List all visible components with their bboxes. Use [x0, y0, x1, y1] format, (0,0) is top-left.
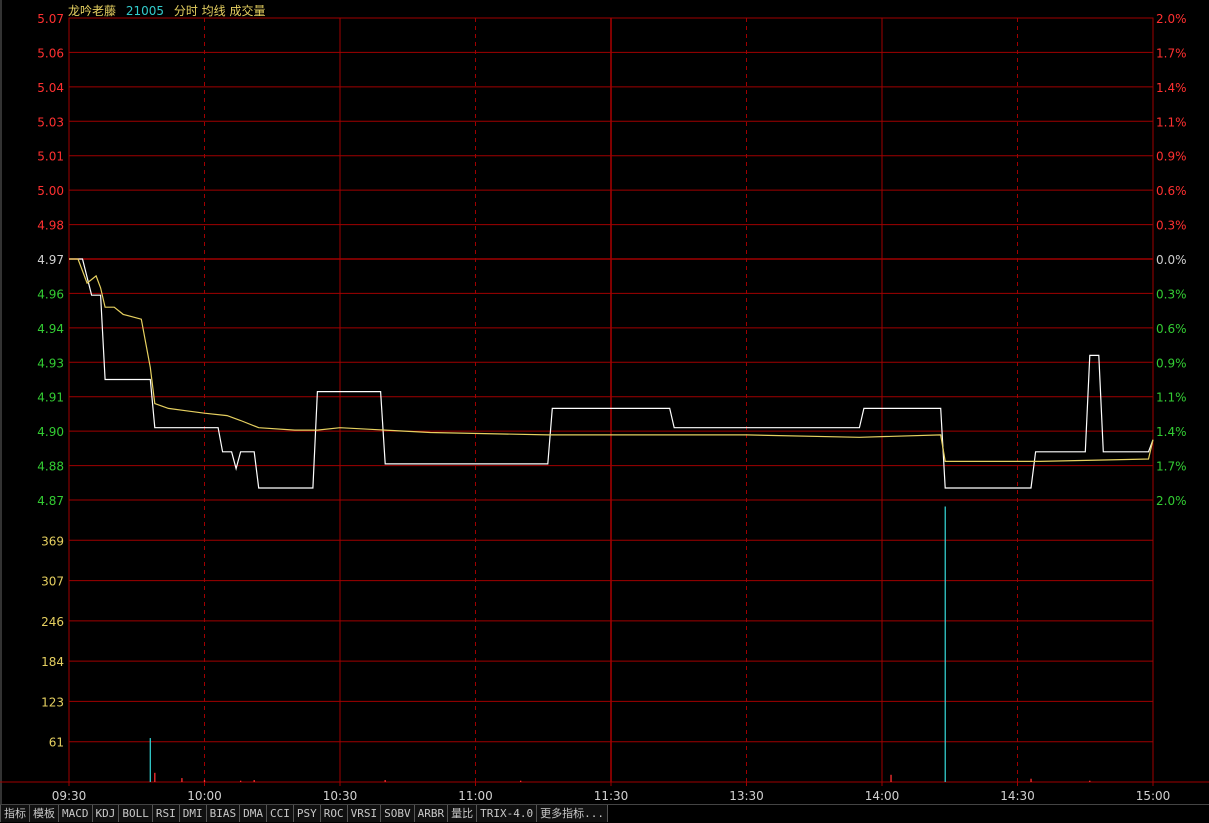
volume-tick-label: 61: [49, 736, 64, 750]
tab-indicators[interactable]: 指标: [0, 805, 30, 822]
tab-kdj[interactable]: KDJ: [92, 805, 120, 822]
tab-vrsi[interactable]: VRSI: [347, 805, 382, 822]
price-tick-label: 4.88: [37, 460, 64, 474]
time-tick-label: 10:30: [323, 789, 358, 803]
percent-tick-label: 0.0%: [1156, 253, 1187, 267]
percent-tick-label: 1.7%: [1156, 46, 1187, 60]
price-tick-label: 5.07: [37, 12, 64, 26]
tab-more-indicators[interactable]: 更多指标...: [537, 805, 608, 822]
stock-code: 21005: [125, 4, 165, 18]
price-tick-label: 4.91: [37, 391, 64, 405]
time-tick-label: 14:30: [1000, 789, 1035, 803]
time-tick-label: 15:00: [1136, 789, 1171, 803]
price-tick-label: 4.96: [37, 287, 64, 301]
price-axis: 5.07 5.06 5.04 5.03 5.01 5.00 4.98 4.97 4.96 4.94…: [37, 12, 64, 508]
tab-bias[interactable]: BIAS: [206, 805, 241, 822]
price-tick-label: 5.00: [37, 184, 64, 198]
price-tick-label: 4.93: [37, 356, 64, 370]
time-tick-label: 09:30: [52, 789, 87, 803]
percent-axis: 2.0% 1.7% 1.4% 1.1% 0.9% 0.6% 0.3% 0.0% 0.3% 0.6%…: [1156, 12, 1187, 508]
percent-tick-label: 0.3%: [1156, 219, 1187, 233]
volume-tick-label: 123: [41, 695, 64, 709]
tab-volume-ratio[interactable]: 量比: [448, 805, 478, 822]
percent-tick-label: 0.6%: [1156, 322, 1187, 336]
tab-template[interactable]: 模板: [30, 805, 59, 822]
time-tick-label: 10:00: [187, 789, 222, 803]
stock-name: 龙吟老藤: [68, 4, 117, 18]
tab-macd[interactable]: MACD: [59, 805, 93, 822]
price-tick-label: 5.01: [37, 150, 64, 164]
price-tick-label: 4.97: [37, 253, 64, 267]
indicator-names: 分时 均线 成交量: [173, 4, 266, 18]
price-tick-label: 5.04: [37, 81, 64, 95]
volume-tick-label: 246: [41, 615, 64, 629]
time-tick-label: 13:30: [729, 789, 764, 803]
tab-dmi[interactable]: DMI: [179, 805, 207, 822]
tab-boll[interactable]: BOLL: [119, 805, 153, 822]
price-tick-label: 4.90: [37, 425, 64, 439]
volume-tick-label: 369: [41, 534, 64, 548]
percent-tick-label: 2.0%: [1156, 12, 1187, 26]
tab-psy[interactable]: PSY: [293, 805, 321, 822]
volume-tick-label: 307: [41, 575, 64, 589]
percent-tick-label: 1.4%: [1156, 425, 1187, 439]
price-tick-label: 4.94: [37, 322, 64, 336]
indicator-tab-bar: 指标 模板 MACD KDJ BOLL RSI DMI BIAS DMA CCI…: [0, 804, 1209, 823]
tab-dma[interactable]: DMA: [240, 805, 267, 822]
time-tick-label: 11:30: [594, 789, 629, 803]
percent-tick-label: 0.9%: [1156, 356, 1187, 370]
chart-header: 龙吟老藤 21005 分时 均线 成交量: [68, 2, 272, 19]
price-tick-label: 4.87: [37, 494, 64, 508]
price-tick-label: 5.06: [37, 46, 64, 60]
tab-trix[interactable]: TRIX-4.0: [477, 805, 538, 822]
tab-roc[interactable]: ROC: [320, 805, 348, 822]
price-tick-label: 5.03: [37, 115, 64, 129]
percent-tick-label: 0.6%: [1156, 184, 1187, 198]
percent-tick-label: 0.9%: [1156, 150, 1187, 164]
percent-tick-label: 2.0%: [1156, 494, 1187, 508]
percent-tick-label: 1.1%: [1156, 391, 1187, 405]
intraday-chart[interactable]: 5.07 5.06 5.04 5.03 5.01 5.00 4.98 4.97 4.96 4.94…: [0, 0, 1209, 804]
percent-tick-label: 1.4%: [1156, 81, 1187, 95]
price-tick-label: 4.98: [37, 219, 64, 233]
percent-tick-label: 0.3%: [1156, 287, 1187, 301]
time-tick-label: 14:00: [865, 789, 900, 803]
percent-tick-label: 1.7%: [1156, 460, 1187, 474]
tab-arbr[interactable]: ARBR: [414, 805, 449, 822]
tab-cci[interactable]: CCI: [267, 805, 294, 822]
tab-sobv[interactable]: SOBV: [381, 805, 415, 822]
percent-tick-label: 1.1%: [1156, 115, 1187, 129]
time-tick-label: 11:00: [458, 789, 493, 803]
volume-tick-label: 184: [41, 655, 64, 669]
tab-rsi[interactable]: RSI: [152, 805, 180, 822]
